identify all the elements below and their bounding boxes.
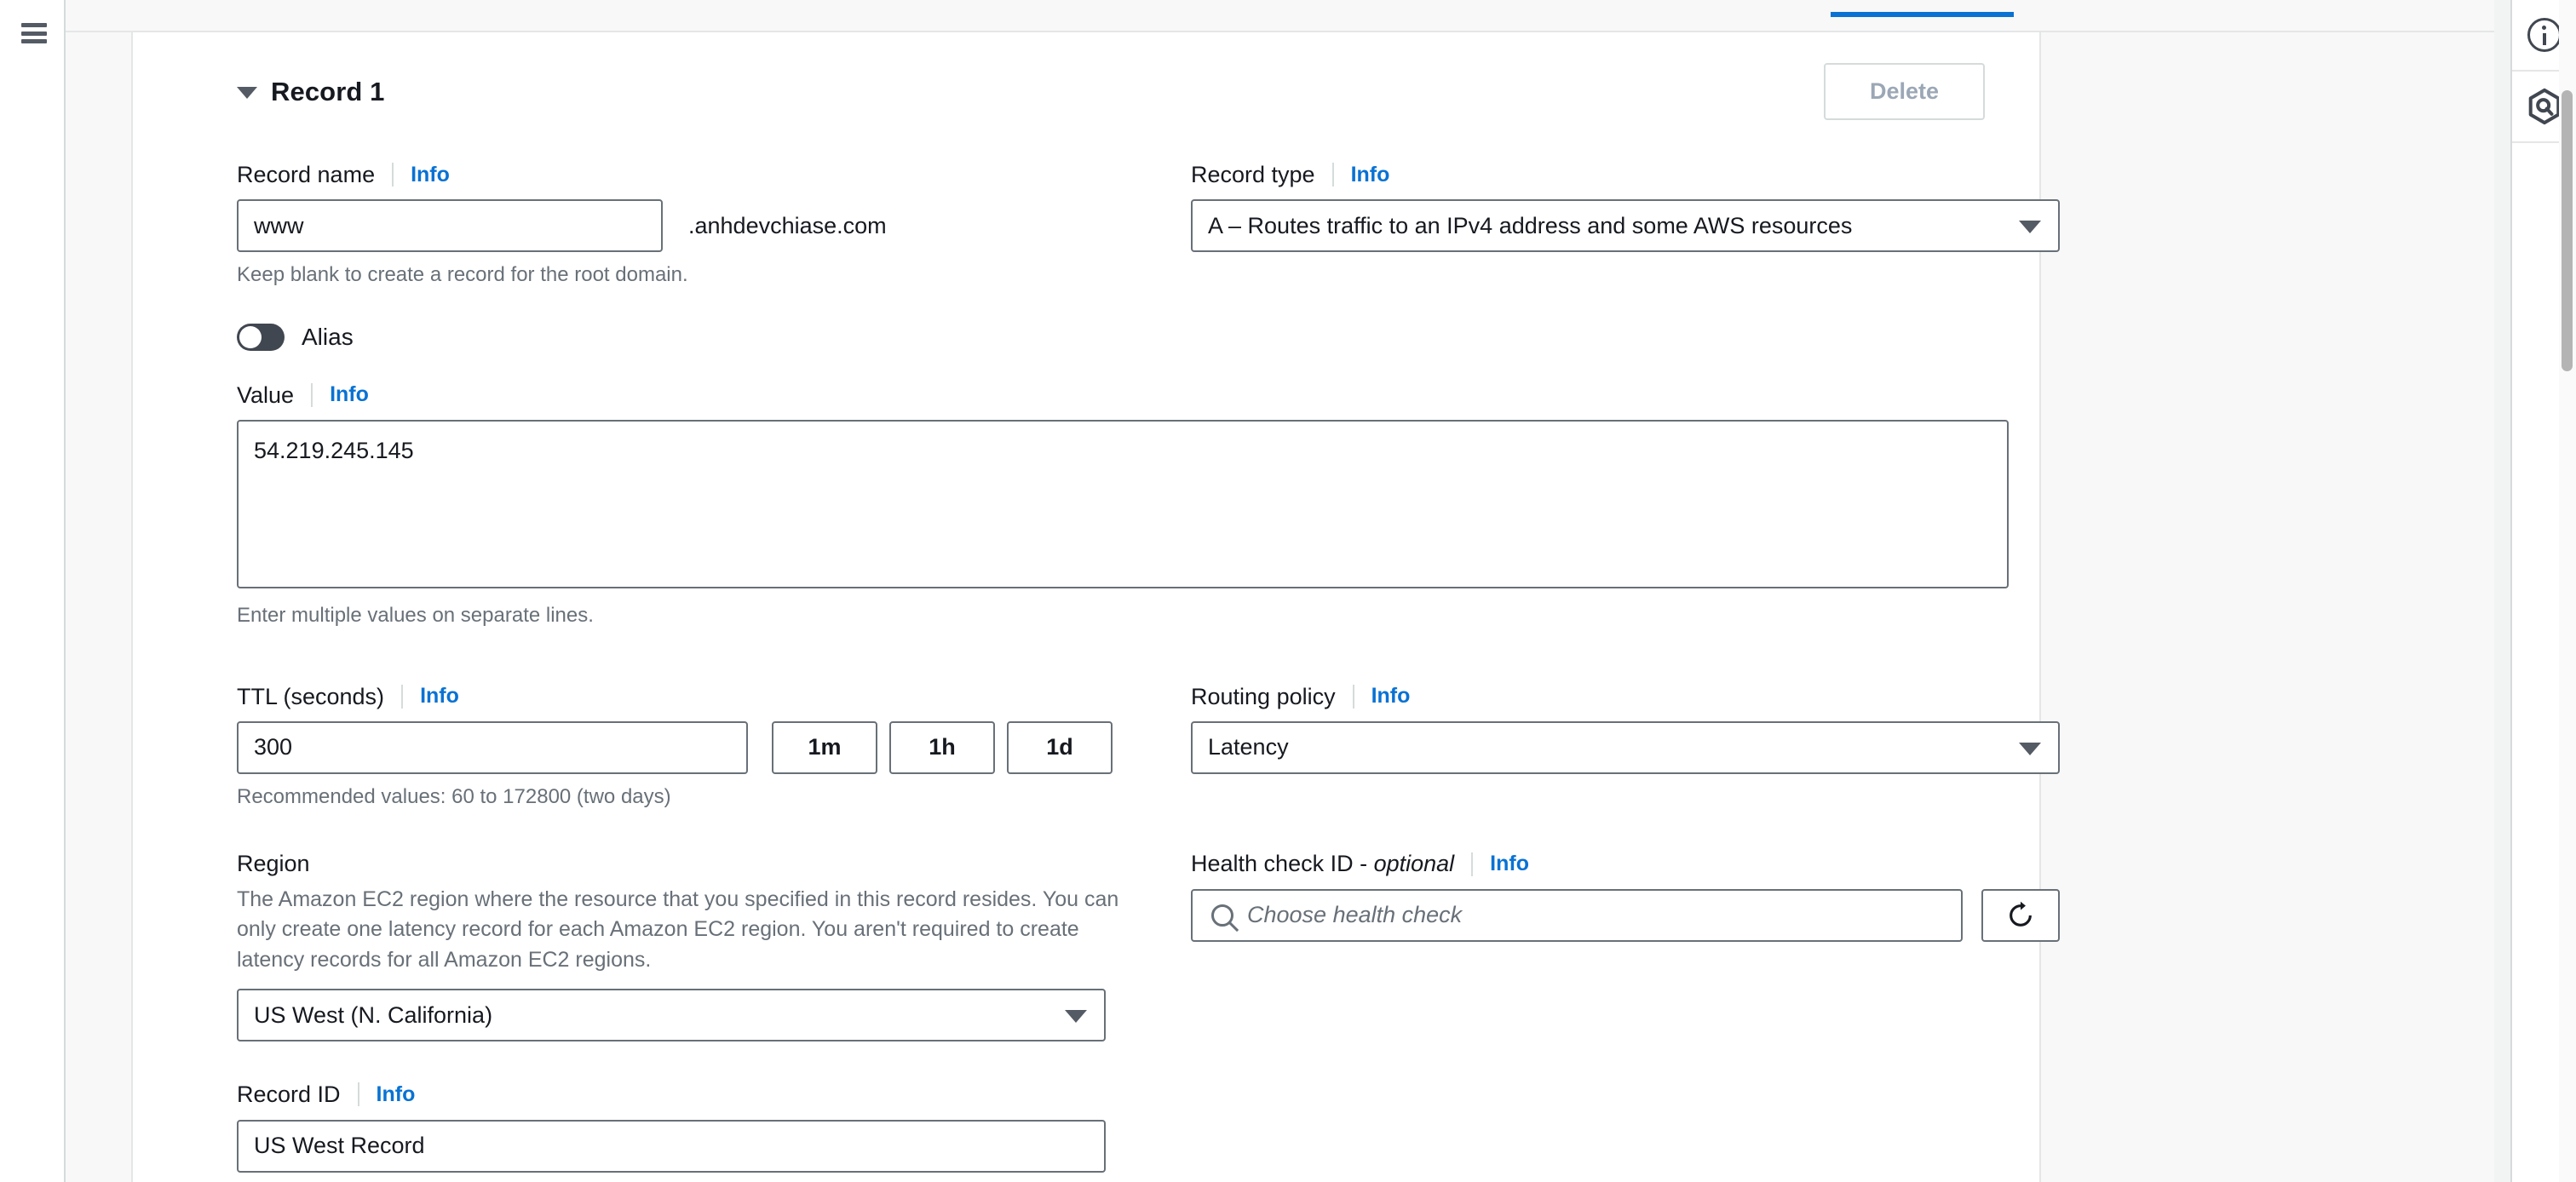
app-window: Record 1 Delete Record name Info — [0, 0, 2576, 1182]
record-header: Record 1 Delete — [237, 63, 2002, 120]
ttl-hint: Recommended values: 60 to 172800 (two da… — [237, 783, 1140, 811]
alias-toggle[interactable] — [237, 324, 285, 351]
record-id-label: Record ID — [237, 1081, 341, 1108]
hamburger-bar — [21, 39, 47, 43]
routing-policy-label-row: Routing policy Info — [1191, 683, 2060, 710]
record-id-field: Record ID Info — [237, 1081, 1140, 1172]
record-collapse-toggle[interactable]: Record 1 — [237, 77, 384, 107]
ttl-preset-1m[interactable]: 1m — [772, 721, 877, 774]
record-type-select[interactable]: A – Routes traffic to an IPv4 address an… — [1191, 199, 2060, 252]
alias-label: Alias — [302, 324, 354, 351]
region-label-row: Region — [237, 850, 1140, 877]
record-name-input[interactable] — [237, 199, 663, 252]
record-type-selected-value: A – Routes traffic to an IPv4 address an… — [1208, 213, 1852, 239]
label-divider — [1353, 685, 1354, 709]
label-divider — [401, 685, 403, 709]
tab-strip — [66, 0, 2494, 32]
row-name-type: Record name Info .anhdevchiase.com Keep — [237, 161, 2002, 290]
routing-policy-selected-value: Latency — [1208, 734, 1289, 760]
ttl-field: TTL (seconds) Info 1m 1h — [237, 683, 1140, 812]
hamburger-bar — [21, 23, 47, 27]
health-check-placeholder: Choose health check — [1247, 902, 1462, 928]
alias-toggle-row[interactable]: Alias — [237, 324, 2002, 351]
health-check-input-row: Choose health check — [1191, 889, 2060, 942]
right-gap — [2494, 0, 2510, 1182]
label-divider — [1332, 163, 1334, 186]
region-label: Region — [237, 850, 310, 877]
record-type-field: Record type Info A – Routes traffic to a… — [1191, 161, 2060, 252]
routing-policy-label: Routing policy — [1191, 683, 1336, 710]
hexagon-assistant-icon — [2525, 87, 2564, 126]
ttl-input-row: 1m 1h 1d — [237, 721, 1140, 774]
label-divider — [392, 163, 394, 186]
info-circle-icon — [2527, 18, 2562, 52]
record-name-input-row: .anhdevchiase.com — [237, 199, 1140, 252]
health-check-optional-tag: optional — [1374, 851, 1455, 876]
health-check-field: Health check ID - optional Info Choose h… — [1191, 850, 2060, 941]
record-name-info-link[interactable]: Info — [411, 163, 450, 187]
scrollbar-thumb[interactable] — [2562, 90, 2573, 371]
routing-policy-select[interactable]: Latency — [1191, 721, 2060, 774]
health-check-label-row: Health check ID - optional Info — [1191, 850, 2060, 877]
chevron-down-icon — [1065, 1010, 1087, 1023]
routing-policy-info-link[interactable]: Info — [1371, 684, 1411, 709]
record-title: Record 1 — [271, 77, 384, 107]
value-info-link[interactable]: Info — [330, 382, 369, 407]
label-divider — [1471, 852, 1473, 876]
health-check-label-text: Health check ID - — [1191, 851, 1374, 876]
ttl-preset-1d[interactable]: 1d — [1007, 721, 1113, 774]
value-label: Value — [237, 382, 294, 409]
row-ttl-routing: TTL (seconds) Info 1m 1h — [237, 683, 2002, 812]
scrollbar-track[interactable] — [2559, 0, 2576, 1182]
value-field: Value Info 54.219.245.145 Enter multiple… — [237, 382, 2009, 630]
row-region-healthcheck: Region The Amazon EC2 region where the r… — [237, 850, 2002, 1172]
health-check-label: Health check ID - optional — [1191, 850, 1454, 877]
value-label-row: Value Info — [237, 382, 2009, 409]
ttl-info-link[interactable]: Info — [420, 684, 459, 709]
left-nav-rail — [0, 0, 66, 1182]
active-tab-indicator — [1831, 12, 2014, 17]
ttl-preset-buttons: 1m 1h 1d — [772, 721, 1113, 774]
right-tool-rail — [2510, 0, 2576, 1182]
content-area: Record 1 Delete Record name Info — [66, 0, 2494, 1182]
record-id-input[interactable] — [237, 1120, 1106, 1173]
label-divider — [358, 1082, 359, 1106]
chevron-down-icon — [2019, 221, 2041, 233]
toggle-knob — [239, 326, 262, 348]
ttl-input[interactable] — [237, 721, 748, 774]
record-id-label-row: Record ID Info — [237, 1081, 1140, 1108]
chevron-down-icon — [2019, 743, 2041, 755]
record-type-label-row: Record type Info — [1191, 161, 2060, 188]
value-hint: Enter multiple values on separate lines. — [237, 602, 2009, 629]
health-check-info-link[interactable]: Info — [1490, 852, 1529, 876]
ttl-preset-1h[interactable]: 1h — [889, 721, 995, 774]
refresh-health-checks-button[interactable] — [1981, 889, 2060, 942]
search-icon — [1211, 904, 1233, 927]
value-textarea[interactable]: 54.219.245.145 — [237, 420, 2009, 588]
hamburger-menu-icon[interactable] — [21, 23, 47, 43]
routing-policy-field: Routing policy Info Latency — [1191, 683, 2060, 774]
record-name-hint: Keep blank to create a record for the ro… — [237, 261, 1140, 289]
delete-button[interactable]: Delete — [1824, 63, 1985, 120]
record-id-info-link[interactable]: Info — [377, 1082, 416, 1107]
record-type-info-link[interactable]: Info — [1351, 163, 1390, 187]
region-selected-value: US West (N. California) — [254, 1002, 492, 1029]
health-check-search-input[interactable]: Choose health check — [1191, 889, 1963, 942]
record-type-label: Record type — [1191, 161, 1315, 188]
region-description: The Amazon EC2 region where the resource… — [237, 885, 1140, 976]
record-name-label-row: Record name Info — [237, 161, 1140, 188]
record-name-domain-suffix: .anhdevchiase.com — [688, 213, 887, 239]
refresh-icon — [2006, 901, 2035, 930]
hamburger-bar — [21, 32, 47, 36]
record-card: Record 1 Delete Record name Info — [131, 32, 2041, 1182]
ttl-label: TTL (seconds) — [237, 683, 384, 710]
ttl-label-row: TTL (seconds) Info — [237, 683, 1140, 710]
row-value: Value Info 54.219.245.145 Enter multiple… — [237, 382, 2002, 630]
label-divider — [311, 383, 313, 407]
record-name-field: Record name Info .anhdevchiase.com Keep — [237, 161, 1140, 290]
caret-down-icon — [237, 87, 257, 99]
region-field: Region The Amazon EC2 region where the r… — [237, 850, 1140, 1041]
region-select[interactable]: US West (N. California) — [237, 989, 1106, 1041]
record-name-label: Record name — [237, 161, 375, 188]
